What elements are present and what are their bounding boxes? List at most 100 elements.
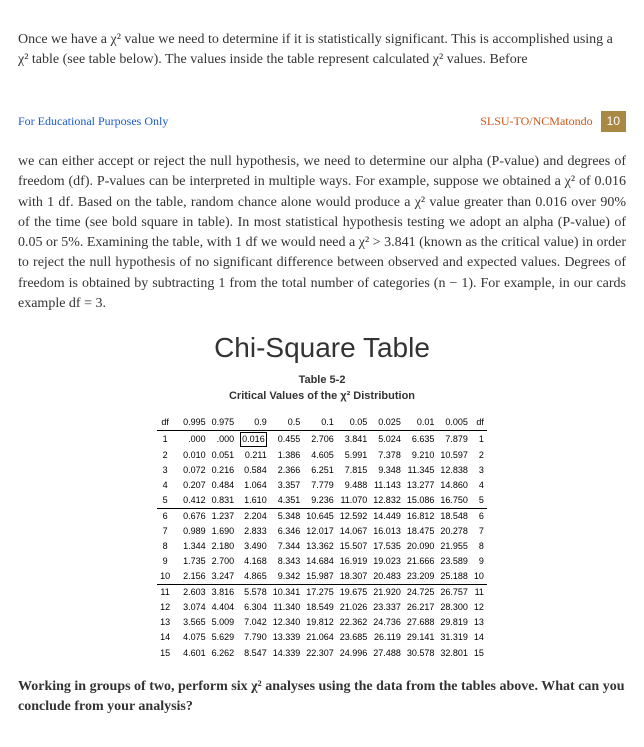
table-header-cell: 0.005 [437,415,471,431]
table-cell: 2.156 [180,569,209,585]
table-cell: 15 [471,646,487,661]
table-cell: 0.207 [180,478,209,493]
table-cell: 3 [471,463,487,478]
table-cell: 0.216 [209,463,238,478]
table-cell: 2.603 [180,585,209,601]
table-cell: 11.143 [370,478,404,493]
table-cell: 20.090 [404,539,438,554]
table-cell: 18.307 [337,569,371,585]
table-cell: 3.247 [209,569,238,585]
table-cell: 31.319 [437,630,471,645]
table-cell: 1 [157,430,180,448]
table-cell: 0.412 [180,493,209,509]
table-cell: 5.991 [337,448,371,463]
table-cell: 21.955 [437,539,471,554]
table-cell: 10 [471,569,487,585]
table-row: 40.2070.4841.0643.3577.7799.48811.14313.… [157,478,487,493]
table-cell: 16.812 [404,509,438,525]
table-cell: 5.578 [237,585,270,601]
table-cell: 16.750 [437,493,471,509]
table-row: 133.5655.0097.04212.34019.81222.36224.73… [157,615,487,630]
table-cell: 18.475 [404,524,438,539]
table-cell: 7.779 [303,478,337,493]
table-cell: 28.300 [437,600,471,615]
table-cell: 13.277 [404,478,438,493]
table-cell: 2.366 [270,463,304,478]
brand-label: SLSU-TO/NCMatondo [480,113,592,130]
body-paragraph: we can either accept or reject the null … [18,152,626,314]
table-row: 91.7352.7004.1688.34314.68416.91919.0232… [157,554,487,569]
brand-block: SLSU-TO/NCMatondo 10 [480,111,626,132]
table-cell: 3 [157,463,180,478]
table-cell: .000 [209,430,238,448]
table-cell: 4.601 [180,646,209,661]
table-cell: 7.815 [337,463,371,478]
table-cell: 7.378 [370,448,404,463]
table-cell: 9.210 [404,448,438,463]
table-header-cell: 0.5 [270,415,304,431]
table-cell: 29.819 [437,615,471,630]
table-cell: 15.507 [337,539,371,554]
table-cell: 1.064 [237,478,270,493]
table-cell: 1.344 [180,539,209,554]
table-cell: 2 [157,448,180,463]
table-cell: 14 [157,630,180,645]
table-cell: 16.013 [370,524,404,539]
table-cell: 10.597 [437,448,471,463]
table-cell: 27.488 [370,646,404,661]
edu-note: For Educational Purposes Only [18,113,168,130]
table-cell: 14 [471,630,487,645]
table-cell: 9 [157,554,180,569]
table-cell: 6.635 [404,430,438,448]
table-row: 112.6033.8165.57810.34117.27519.67521.92… [157,585,487,601]
table-cell: 6.346 [270,524,304,539]
table-cell: 11.345 [404,463,438,478]
table-header-cell: 0.1 [303,415,337,431]
table-cell: 9.488 [337,478,371,493]
table-cell: 23.337 [370,600,404,615]
table-row: 60.6761.2372.2045.34810.64512.59214.4491… [157,509,487,525]
table-cell: 0.010 [180,448,209,463]
table-cell: 10.645 [303,509,337,525]
table-cell: 8 [157,539,180,554]
table-header-cell: 0.01 [404,415,438,431]
table-cell: 11 [471,585,487,601]
table-cell: 21.026 [337,600,371,615]
table-cell: 11.340 [270,600,304,615]
table-cell: 4.605 [303,448,337,463]
table-cell: 5.348 [270,509,304,525]
table-row: 20.0100.0510.2111.3864.6055.9917.3789.21… [157,448,487,463]
table-cell: 4 [471,478,487,493]
table-cell: 5 [157,493,180,509]
table-cell: 11 [157,585,180,601]
table-row: 81.3442.1803.4907.34413.36215.50717.5352… [157,539,487,554]
table-cell: 0.051 [209,448,238,463]
table-cell: 17.535 [370,539,404,554]
table-cell: 12 [157,600,180,615]
table-cell: 14.339 [270,646,304,661]
table-cell: 0.584 [237,463,270,478]
table-cell: 1 [471,430,487,448]
closing-paragraph: Working in groups of two, perform six χ²… [18,677,626,718]
table-cell: 13.362 [303,539,337,554]
table-cell: 32.801 [437,646,471,661]
table-cell: 14.449 [370,509,404,525]
table-cell: 12.017 [303,524,337,539]
page-bar: For Educational Purposes Only SLSU-TO/NC… [18,111,626,132]
table-cell: 0.676 [180,509,209,525]
table-row: 70.9891.6902.8336.34612.01714.06716.0131… [157,524,487,539]
table-cell: 0.211 [237,448,270,463]
table-cell: 0.016 [237,430,270,448]
table-cell: 6 [157,509,180,525]
table-header-cell: 0.9 [237,415,270,431]
table-cell: 8.343 [270,554,304,569]
table-cell: 12.592 [337,509,371,525]
table-cell: 15.086 [404,493,438,509]
table-cell: 2.204 [237,509,270,525]
table-cell: 26.119 [370,630,404,645]
table-cell: 3.074 [180,600,209,615]
table-cell: 7.344 [270,539,304,554]
table-cell: 0.989 [180,524,209,539]
intro-paragraph: Once we have a χ² value we need to deter… [18,30,626,71]
table-cell: 24.996 [337,646,371,661]
